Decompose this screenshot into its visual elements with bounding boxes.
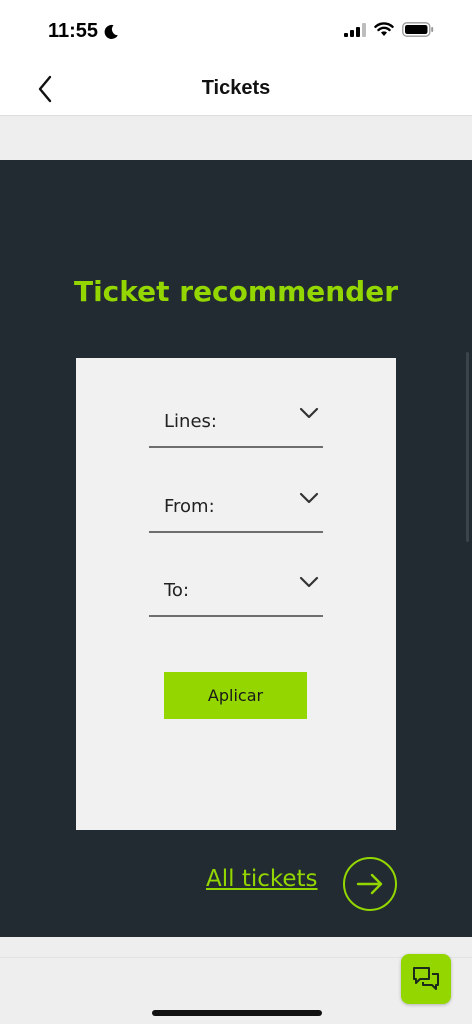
- recommender-card: Lines: From: To: Aplicar: [76, 358, 396, 830]
- lines-select-label: Lines:: [164, 411, 217, 432]
- to-select-label: To:: [164, 580, 190, 601]
- from-select[interactable]: From:: [149, 481, 323, 533]
- lines-select[interactable]: Lines:: [149, 396, 323, 448]
- chevron-down-icon: [299, 492, 319, 504]
- all-tickets-link[interactable]: All tickets: [206, 866, 318, 892]
- scroll-indicator: [466, 352, 469, 542]
- chevron-down-icon: [299, 576, 319, 588]
- chevron-down-icon: [299, 407, 319, 419]
- ticket-recommender-section: Ticket recommender Lines: From: To: Apli…: [0, 160, 472, 937]
- status-time: 11:55: [48, 20, 99, 42]
- status-bar: 11:55: [0, 0, 472, 62]
- cellular-signal-icon: [344, 22, 366, 37]
- battery-icon: [402, 22, 434, 37]
- chat-bubbles-icon: [413, 967, 439, 990]
- bottom-area: [0, 937, 472, 1024]
- page-title: Tickets: [201, 77, 271, 99]
- home-indicator: [152, 1010, 322, 1016]
- apply-button[interactable]: Aplicar: [164, 672, 307, 719]
- section-title: Ticket recommender: [73, 275, 399, 308]
- from-select-label: From:: [164, 496, 215, 517]
- to-select[interactable]: To:: [149, 565, 323, 617]
- status-time-group: 11:55: [48, 20, 120, 43]
- wifi-icon: [374, 22, 394, 36]
- chat-button[interactable]: [401, 954, 451, 1004]
- all-tickets-arrow-button[interactable]: [343, 857, 397, 911]
- moon-icon: [104, 24, 118, 39]
- navigation-bar: Tickets: [0, 62, 472, 116]
- top-spacer: [0, 116, 472, 160]
- status-icons: [344, 22, 434, 37]
- arrow-right-circle-icon: [356, 873, 383, 895]
